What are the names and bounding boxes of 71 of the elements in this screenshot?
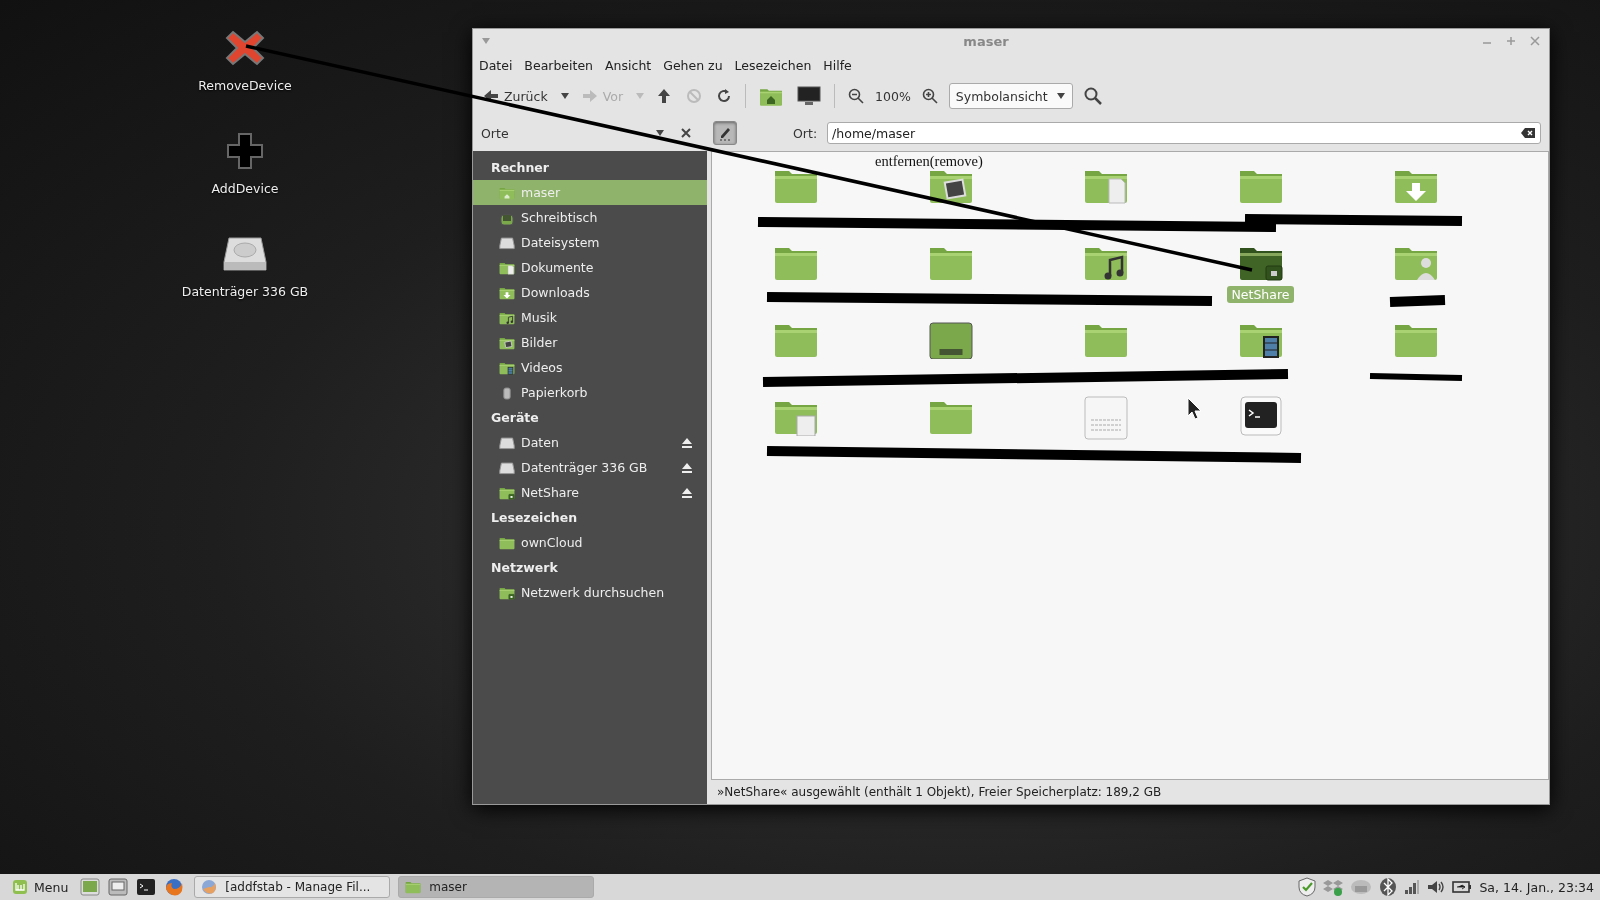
location-field[interactable]: /home/maser	[827, 122, 1541, 144]
folder-icon	[499, 585, 515, 600]
folder-icon	[499, 185, 515, 200]
pencil-icon	[718, 125, 732, 141]
sidebar-item[interactable]: Netzwerk durchsuchen	[473, 580, 707, 605]
right-arrow-icon	[581, 89, 598, 103]
sidebar-item[interactable]: Dokumente	[473, 255, 707, 280]
sidebar-item[interactable]: Dateisystem	[473, 230, 707, 255]
folder-icon	[405, 880, 422, 894]
sidebar-item[interactable]: Schreibtisch	[473, 205, 707, 230]
sidebar-item[interactable]: Papierkorb	[473, 380, 707, 405]
speaker-icon[interactable]	[1427, 879, 1446, 895]
clock[interactable]: Sa, 14. Jan., 23:34	[1479, 879, 1594, 895]
signal-icon[interactable]	[1404, 879, 1421, 895]
folder-icon	[499, 485, 515, 500]
location-label: Ort:	[793, 125, 818, 141]
edit-location-toggle[interactable]	[713, 121, 737, 145]
taskbar-window-button[interactable]: maser	[398, 876, 595, 898]
window-title: maser	[962, 33, 1010, 49]
plus-icon[interactable]	[225, 131, 265, 171]
section-heading: Geräte	[490, 409, 540, 427]
sidebar-item[interactable]: Videos	[473, 355, 707, 380]
folder-icon	[499, 360, 515, 375]
sidebar-item[interactable]: Musik	[473, 305, 707, 330]
sidebar-item[interactable]: Datenträger 336 GB	[473, 455, 707, 480]
bluetooth-icon[interactable]	[1379, 877, 1398, 897]
sidebar-item[interactable]: ownCloud	[473, 530, 707, 555]
status-text: »NetShare« ausgewählt (enthält 1 Objekt), Freier Speicherplatz: 189,2 GB	[717, 785, 1162, 799]
section-heading: Rechner	[490, 159, 550, 177]
eject-icon[interactable]	[681, 461, 693, 474]
mouse-pointer-icon	[1187, 397, 1202, 420]
taskbar-window-button[interactable]: [addfstab - Manage Fil...	[194, 876, 391, 898]
folder-icon	[499, 310, 515, 325]
folder-icon	[499, 535, 515, 550]
folder-icon	[499, 335, 515, 350]
clear-icon[interactable]	[1520, 127, 1536, 139]
menu-item[interactable]: Gehen zu	[663, 57, 723, 73]
sidebar-item[interactable]: Daten	[473, 430, 707, 455]
desktop-icon-label[interactable]: Datenträger 336 GB	[181, 284, 309, 299]
eject-icon[interactable]	[681, 486, 693, 499]
mint-logo-icon	[12, 879, 28, 895]
folder-icon	[499, 260, 515, 275]
eject-icon[interactable]	[681, 436, 693, 449]
view-select[interactable]: Symbolansicht	[948, 83, 1073, 109]
close-icon[interactable]	[681, 128, 691, 138]
menu-item[interactable]: Hilfe	[823, 57, 852, 73]
menu-item[interactable]: Bearbeiten	[524, 57, 594, 73]
caret-icon[interactable]	[559, 92, 570, 100]
section-heading: Netzwerk	[490, 559, 559, 577]
caret-icon	[1055, 92, 1066, 100]
folder-icon	[499, 285, 515, 300]
battery-icon[interactable]	[1452, 880, 1473, 894]
cross-icon[interactable]	[225, 28, 265, 68]
menu-item[interactable]: Ansicht	[605, 57, 652, 73]
places-dropdown[interactable]: Orte	[481, 125, 671, 141]
sidebar-item[interactable]: Bilder	[473, 330, 707, 355]
caret-icon	[655, 129, 665, 137]
annotation-text: entfernen(remove)	[875, 153, 983, 170]
zoom-level: 100%	[875, 88, 911, 104]
shield-check-icon[interactable]	[1298, 877, 1317, 897]
menu-button[interactable]: Menu	[6, 879, 75, 895]
globe-icon	[201, 879, 218, 895]
sidebar-item[interactable]: Downloads	[473, 280, 707, 305]
back-button[interactable]: Zurück	[479, 86, 552, 106]
menu-item[interactable]: Lesezeichen	[734, 57, 812, 73]
desktop-icon-label[interactable]: RemoveDevice	[198, 78, 292, 93]
redaction-stroke	[1389, 295, 1446, 307]
desktop-icon-label[interactable]: AddDevice	[211, 181, 279, 196]
menu-item[interactable]: Datei	[479, 57, 513, 73]
section-heading: Lesezeichen	[490, 509, 579, 527]
sidebar-item[interactable]: NetShare	[473, 480, 707, 505]
